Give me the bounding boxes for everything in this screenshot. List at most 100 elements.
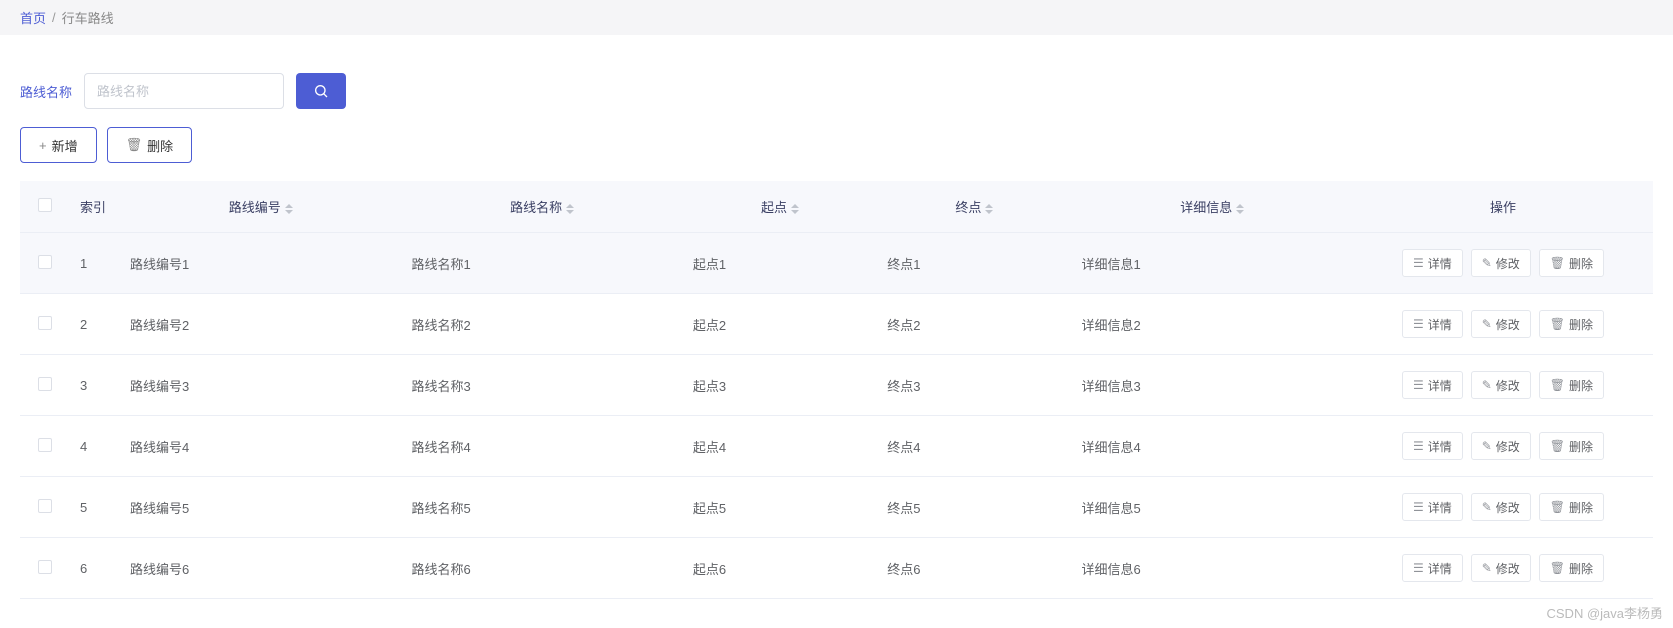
cell-start: 起点2 [683,294,877,355]
detail-icon: ☰ [1413,561,1424,575]
delete-button[interactable]: 🗑 删除 [107,127,193,163]
cell-detail: 详细信息5 [1072,477,1353,538]
header-code[interactable]: 路线编号 [120,181,401,233]
row-delete-button[interactable]: 🗑删除 [1539,371,1604,399]
edit-button[interactable]: ✎修改 [1471,554,1531,582]
detail-button[interactable]: ☰详情 [1402,371,1463,399]
trash-icon: 🗑 [126,137,143,153]
cell-code: 路线编号5 [120,477,401,538]
edit-button[interactable]: ✎修改 [1471,432,1531,460]
cell-end: 终点2 [877,294,1071,355]
header-detail[interactable]: 详细信息 [1072,181,1353,233]
row-delete-button[interactable]: 🗑删除 [1539,249,1604,277]
plus-icon: + [39,138,47,153]
row-checkbox[interactable] [38,560,52,574]
cell-name: 路线名称5 [401,477,682,538]
breadcrumb-home[interactable]: 首页 [20,8,46,27]
header-start[interactable]: 起点 [683,181,877,233]
cell-code: 路线编号4 [120,416,401,477]
sort-icon [985,204,993,214]
edit-icon: ✎ [1482,439,1492,453]
detail-icon: ☰ [1413,439,1424,453]
breadcrumb-current: 行车路线 [62,8,114,27]
cell-end: 终点4 [877,416,1071,477]
row-checkbox[interactable] [38,377,52,391]
delete-button-label: 删除 [147,136,173,155]
cell-end: 终点6 [877,538,1071,599]
cell-code: 路线编号1 [120,233,401,294]
sort-icon [791,204,799,214]
table-row: 3路线编号3路线名称3起点3终点3详细信息3☰详情✎修改🗑删除 [20,355,1653,416]
trash-icon: 🗑 [1550,439,1565,453]
row-checkbox[interactable] [38,316,52,330]
edit-icon: ✎ [1482,500,1492,514]
cell-end: 终点1 [877,233,1071,294]
cell-index: 2 [70,294,120,355]
table-row: 5路线编号5路线名称5起点5终点5详细信息5☰详情✎修改🗑删除 [20,477,1653,538]
edit-icon: ✎ [1482,317,1492,331]
header-ops: 操作 [1353,181,1653,233]
cell-name: 路线名称6 [401,538,682,599]
trash-icon: 🗑 [1550,317,1565,331]
sort-icon [566,204,574,214]
row-checkbox[interactable] [38,255,52,269]
table-row: 6路线编号6路线名称6起点6终点6详细信息6☰详情✎修改🗑删除 [20,538,1653,599]
header-end[interactable]: 终点 [877,181,1071,233]
trash-icon: 🗑 [1550,256,1565,270]
row-delete-button[interactable]: 🗑删除 [1539,310,1604,338]
detail-icon: ☰ [1413,500,1424,514]
cell-detail: 详细信息4 [1072,416,1353,477]
cell-code: 路线编号3 [120,355,401,416]
edit-icon: ✎ [1482,378,1492,392]
cell-start: 起点6 [683,538,877,599]
row-delete-button[interactable]: 🗑删除 [1539,432,1604,460]
select-all-checkbox[interactable] [38,198,52,212]
search-label: 路线名称 [20,82,72,101]
detail-button[interactable]: ☰详情 [1402,310,1463,338]
row-delete-button[interactable]: 🗑删除 [1539,493,1604,521]
sort-icon [285,204,293,214]
cell-start: 起点1 [683,233,877,294]
cell-index: 4 [70,416,120,477]
search-icon [313,83,329,99]
detail-button[interactable]: ☰详情 [1402,493,1463,521]
cell-index: 3 [70,355,120,416]
sort-icon [1236,204,1244,214]
cell-end: 终点5 [877,477,1071,538]
trash-icon: 🗑 [1550,378,1565,392]
edit-button[interactable]: ✎修改 [1471,249,1531,277]
trash-icon: 🗑 [1550,500,1565,514]
cell-detail: 详细信息1 [1072,233,1353,294]
detail-icon: ☰ [1413,256,1424,270]
cell-code: 路线编号2 [120,294,401,355]
detail-icon: ☰ [1413,317,1424,331]
cell-name: 路线名称1 [401,233,682,294]
table-row: 4路线编号4路线名称4起点4终点4详细信息4☰详情✎修改🗑删除 [20,416,1653,477]
detail-icon: ☰ [1413,378,1424,392]
detail-button[interactable]: ☰详情 [1402,249,1463,277]
cell-end: 终点3 [877,355,1071,416]
detail-button[interactable]: ☰详情 [1402,554,1463,582]
add-button[interactable]: + 新增 [20,127,97,163]
header-name[interactable]: 路线名称 [401,181,682,233]
cell-detail: 详细信息6 [1072,538,1353,599]
search-button[interactable] [296,73,346,109]
search-bar: 路线名称 [20,73,1653,109]
row-delete-button[interactable]: 🗑删除 [1539,554,1604,582]
search-input[interactable] [84,73,284,109]
trash-icon: 🗑 [1550,561,1565,575]
edit-button[interactable]: ✎修改 [1471,493,1531,521]
cell-name: 路线名称3 [401,355,682,416]
detail-button[interactable]: ☰详情 [1402,432,1463,460]
edit-button[interactable]: ✎修改 [1471,371,1531,399]
action-bar: + 新增 🗑 删除 [20,127,1653,163]
cell-index: 5 [70,477,120,538]
row-checkbox[interactable] [38,499,52,513]
table-row: 1路线编号1路线名称1起点1终点1详细信息1 ☰详情 ✎修改 🗑删除 [20,233,1653,294]
header-index: 索引 [70,181,120,233]
cell-index: 1 [70,233,120,294]
table-header-row: 索引 路线编号 路线名称 起点 终点 详细信息 操作 [20,181,1653,233]
row-checkbox[interactable] [38,438,52,452]
edit-icon: ✎ [1482,256,1492,270]
edit-button[interactable]: ✎修改 [1471,310,1531,338]
